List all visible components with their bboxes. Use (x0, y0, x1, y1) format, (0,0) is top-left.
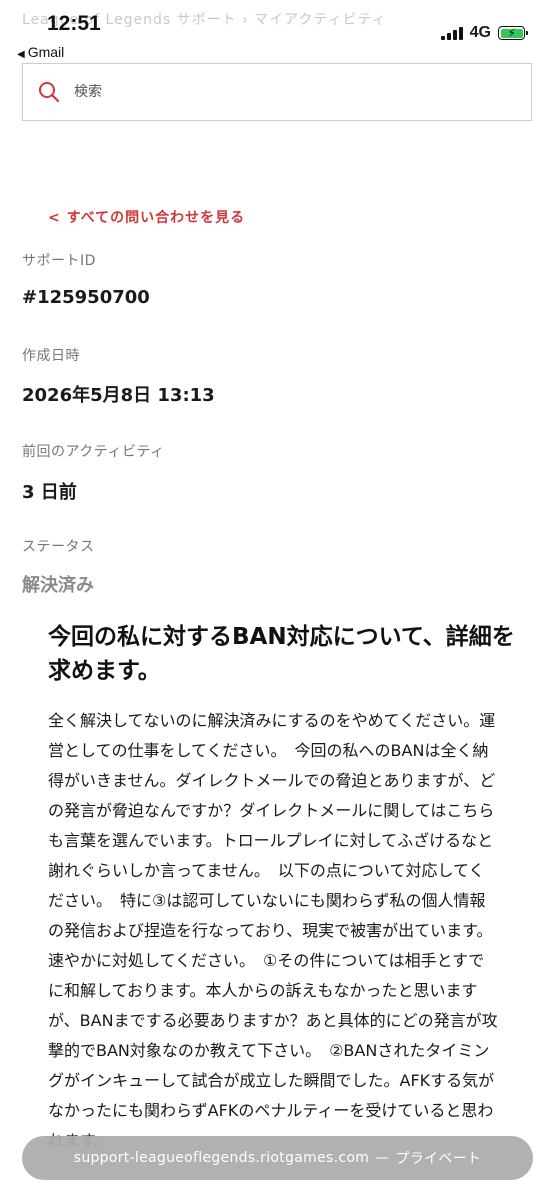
url-separator: — (375, 1150, 390, 1166)
last-activity-value: 3 日前 (22, 482, 77, 503)
back-app-label: Gmail (27, 44, 65, 60)
network-type: 4G (469, 24, 491, 41)
created-label: 作成日時 (22, 348, 80, 364)
back-triangle-icon: ◀ (17, 49, 25, 60)
search-bar[interactable] (22, 63, 532, 121)
cellular-signal-icon (440, 26, 463, 40)
support-id-label: サポートID (22, 253, 96, 269)
status-indicators: 4G ⚡ (440, 24, 528, 42)
search-icon (39, 82, 60, 103)
clock: 12:51 (47, 12, 101, 35)
browsing-mode-label: プライベート (395, 1151, 482, 1167)
last-activity-label: 前回のアクティビティ (22, 444, 165, 460)
message-body: 全く解決してないのに解決済みにするのをやめてください。運営としての仕事をしてくだ… (48, 711, 498, 1150)
url-domain: support-leagueoflegends.riotgames.com (73, 1150, 370, 1166)
support-id-value: #125950700 (22, 287, 150, 308)
back-to-app-button[interactable]: ◀ Gmail (17, 44, 64, 60)
message-title: 今回の私に対するBAN対応について、詳細を求めます。 (48, 624, 515, 684)
status-label: ステータス (22, 539, 95, 555)
battery-icon: ⚡ (498, 25, 528, 40)
status-badge: 解決済み (22, 575, 94, 596)
address-bar[interactable]: support-leagueoflegends.riotgames.com — … (22, 1136, 533, 1180)
charging-bolt-icon: ⚡ (507, 25, 516, 40)
status-bar: 12:51 ◀ Gmail 4G ⚡ (0, 0, 555, 70)
search-input[interactable] (74, 84, 474, 100)
all-inquiries-link[interactable]: < すべての問い合わせを見る (48, 207, 245, 227)
created-value: 2026年5月8日 13:13 (22, 385, 215, 406)
